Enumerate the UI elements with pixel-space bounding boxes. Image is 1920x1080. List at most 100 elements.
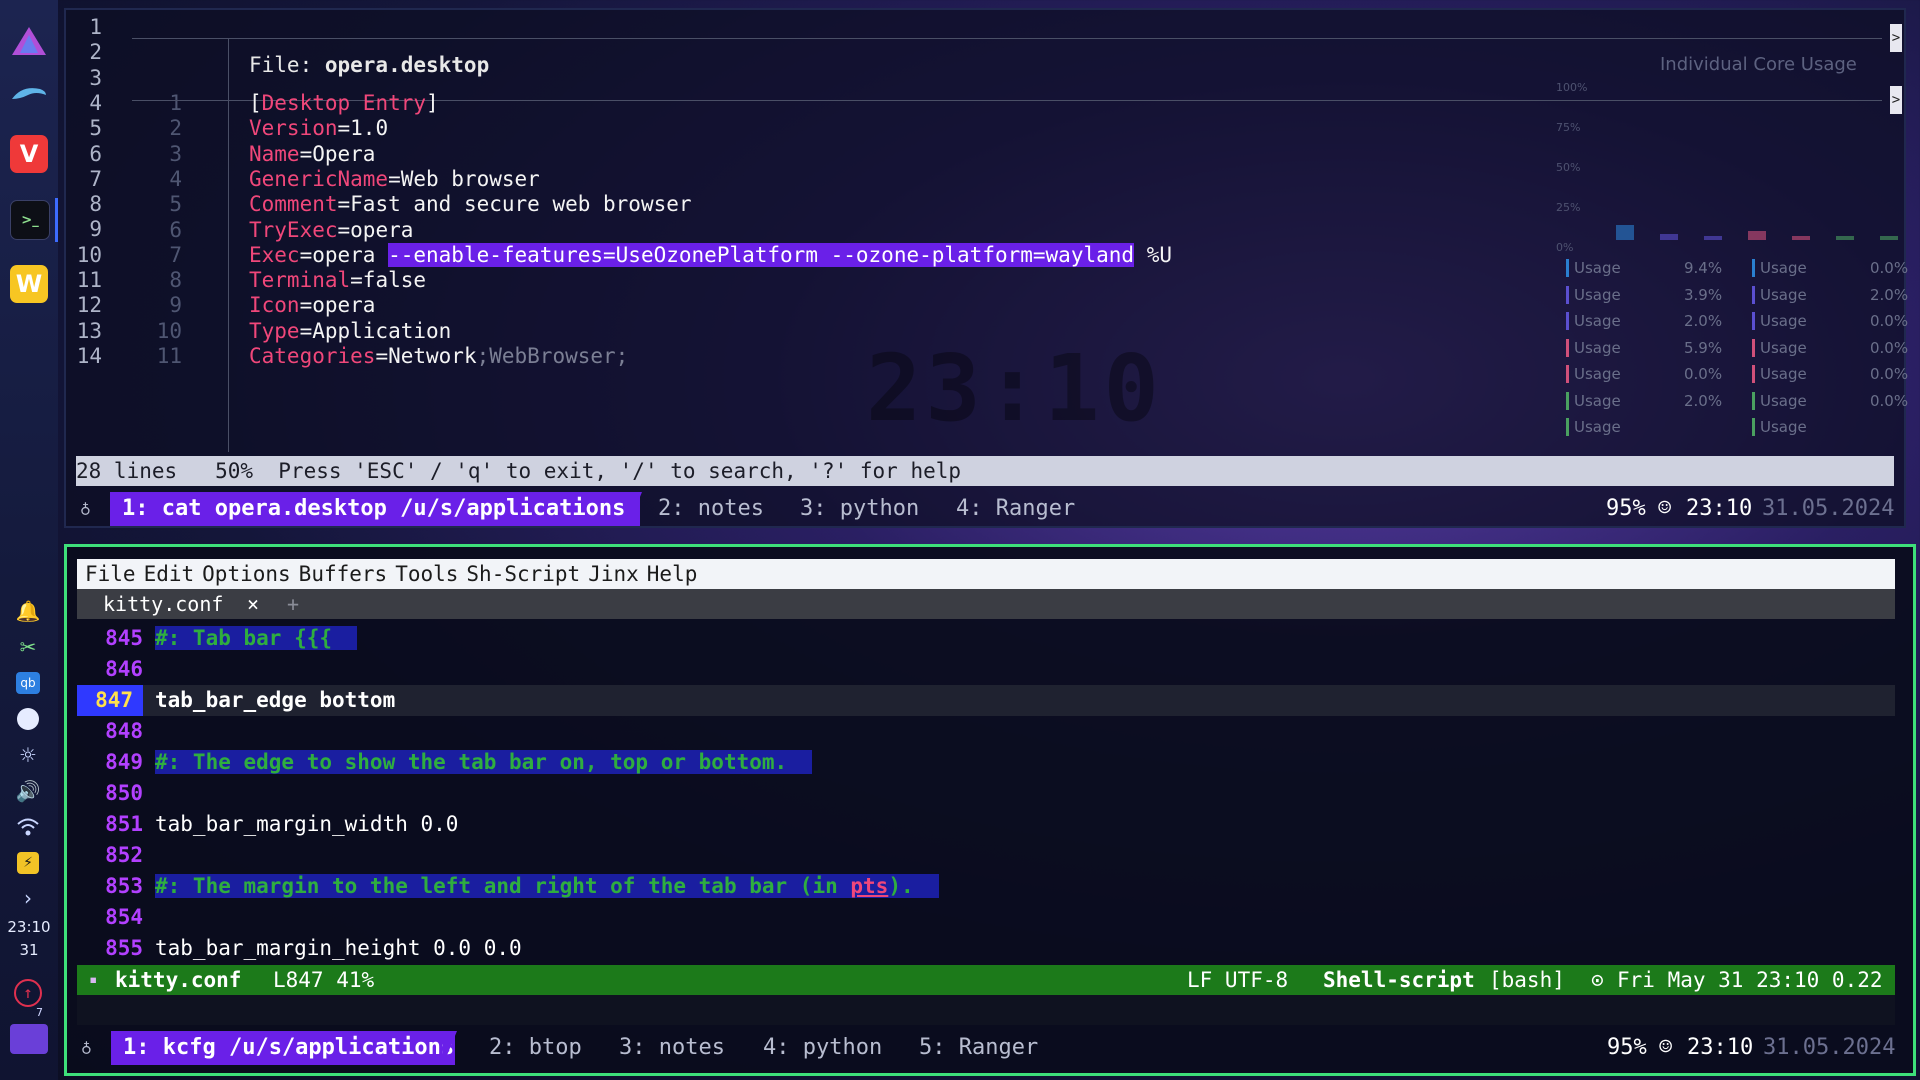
bell-icon[interactable]: 🔔: [13, 598, 43, 624]
config-key: Type: [249, 318, 300, 343]
bottom-tab-bar: ♁ 1: kcfg /u/s/applications 2: btop 3: n…: [67, 1031, 1913, 1065]
editor-line[interactable]: 854: [77, 902, 1895, 933]
tab-bar-icon: ♁: [80, 498, 91, 519]
menu-jinx[interactable]: Jinx: [588, 562, 639, 586]
word-app-icon[interactable]: W: [10, 265, 48, 303]
editor-line[interactable]: 848: [77, 716, 1895, 747]
conky-usage-label: Usage: [1760, 338, 1807, 357]
smiley-icon: ☺: [1658, 496, 1672, 521]
tab-notes[interactable]: 2: notes: [658, 492, 764, 526]
conky-usage-label: Usage: [1760, 285, 1807, 304]
add-tab-icon[interactable]: +: [287, 589, 299, 619]
menu-help[interactable]: Help: [647, 562, 698, 586]
dolphin-icon[interactable]: [10, 74, 48, 112]
header-rule-top: [132, 38, 1882, 39]
config-value: =Application: [299, 318, 452, 343]
scissors-icon[interactable]: ✂: [13, 634, 43, 660]
pager-status-bar: 28 lines 50% Press 'ESC' / 'q' to exit, …: [76, 456, 1894, 486]
tab-ranger[interactable]: 5: Ranger: [919, 1031, 1038, 1065]
chevron-right-icon[interactable]: ›: [13, 885, 43, 911]
dock-clock-date: 31: [19, 941, 39, 959]
file-label: File:: [249, 53, 325, 77]
editor-line[interactable]: 846: [77, 654, 1895, 685]
bottom-terminal-window[interactable]: File Edit Options Buffers Tools Sh-Script Jinx…: [64, 544, 1916, 1076]
conky-usage-value: 5.9%: [1684, 338, 1723, 357]
conky-usage-value: 0.0%: [1870, 259, 1909, 277]
terminal-icon[interactable]: >_: [10, 200, 50, 240]
tabbar-time: 23:10: [1686, 496, 1753, 521]
tab-active[interactable]: 1: kcfg /u/s/applications: [111, 1031, 455, 1065]
tab-btop[interactable]: 2: btop: [489, 1031, 582, 1065]
line-number: 847: [77, 685, 143, 716]
menu-sh-script[interactable]: Sh-Script: [466, 562, 580, 586]
wifi-icon[interactable]: [13, 814, 43, 840]
brightness-icon[interactable]: ☼: [13, 742, 43, 768]
editor-line[interactable]: 845 #: Tab bar {{{: [77, 623, 1895, 654]
config-value: =1.0: [337, 116, 389, 141]
modeline-encoding[interactable]: LF UTF-8: [1187, 965, 1288, 995]
config-value: =opera: [299, 293, 376, 318]
line-number: 845: [105, 626, 143, 650]
conky-bar: [1836, 236, 1854, 240]
tabbar-date: 31.05.2024: [1763, 1035, 1896, 1060]
editor-line[interactable]: 853 #: The margin to the left and right o…: [77, 871, 1895, 902]
editor-line[interactable]: 849 #: The edge to show the tab bar on, t…: [77, 747, 1895, 778]
tab-active[interactable]: 1: cat opera.desktop /u/s/applications: [110, 492, 640, 526]
steam-icon[interactable]: [13, 706, 43, 732]
editor-line[interactable]: 847 tab_bar_edge bottom: [77, 685, 1895, 716]
config-value: =false: [350, 268, 427, 293]
config-line: Categories=Network;WebBrowser;: [249, 341, 628, 372]
editor-line[interactable]: 851 tab_bar_margin_width 0.0: [77, 809, 1895, 840]
config-value: =Network: [375, 344, 477, 368]
config-value: =Fast and secure web browser: [337, 192, 692, 217]
config-key: Comment: [249, 192, 338, 217]
conky-row-marker: [1566, 391, 1569, 410]
editor-line[interactable]: 850: [77, 778, 1895, 809]
menu-options[interactable]: Options: [202, 562, 291, 586]
config-key: Categories: [249, 344, 376, 368]
gutter-divider: [228, 38, 229, 452]
menu-tools[interactable]: Tools: [395, 562, 458, 586]
file-header: File: opera.desktop: [249, 50, 489, 81]
tab-python[interactable]: 3: python: [800, 492, 919, 526]
tabbar-date: 31.05.2024: [1762, 496, 1895, 521]
tab-notes[interactable]: 3: notes: [619, 1031, 725, 1065]
modeline-submode: [bash]: [1489, 968, 1565, 992]
conky-usage-label: Usage: [1574, 259, 1621, 277]
tab-ranger[interactable]: 4: Ranger: [956, 492, 1075, 526]
workspace-indicator[interactable]: [10, 1024, 48, 1054]
conky-usage-label: Usage: [1760, 259, 1807, 277]
bracket-close: ]: [426, 91, 439, 115]
modeline-buffer[interactable]: kitty.conf: [115, 965, 241, 995]
conky-bar: [1748, 230, 1766, 240]
selected-text: --enable-features=UseOzonePlatform --ozo…: [388, 242, 1135, 267]
volume-icon[interactable]: 🔊: [13, 778, 43, 804]
conky-bar: [1792, 236, 1810, 240]
editor-line[interactable]: 855 tab_bar_margin_height 0.0 0.0: [77, 933, 1895, 964]
modeline-major-mode[interactable]: Shell-script: [1323, 965, 1475, 995]
top-terminal-window[interactable]: Individual Core Usage 100% 75% 50% 25% 0% Us…: [64, 8, 1909, 528]
close-tab-icon[interactable]: ×: [247, 589, 259, 619]
conky-usage-value: 2.0%: [1684, 391, 1723, 410]
menu-buffers[interactable]: Buffers: [299, 562, 388, 586]
editor-line[interactable]: 852: [77, 840, 1895, 871]
emacs-menu-bar: File Edit Options Buffers Tools Sh-Script Jinx…: [77, 559, 1895, 589]
menu-file[interactable]: File: [85, 562, 136, 586]
qbittorrent-icon[interactable]: qb: [13, 670, 43, 696]
conky-usage-value: 0.0%: [1870, 391, 1909, 410]
update-badge-count: 7: [36, 1006, 43, 1019]
vivaldi-icon[interactable]: V: [10, 135, 48, 173]
battery-bolt-icon[interactable]: ⚡: [13, 850, 43, 876]
tab-python[interactable]: 4: python: [763, 1031, 882, 1065]
update-arrow-icon[interactable]: ↑: [14, 979, 42, 1007]
pts-link[interactable]: pts: [850, 874, 888, 898]
buffer-tab[interactable]: kitty.conf: [103, 589, 223, 619]
arch-logo-icon[interactable]: [10, 22, 48, 60]
emacs-minibuffer[interactable]: [77, 995, 1895, 1025]
conky-row-marker: [1566, 418, 1569, 436]
line-number: 849: [105, 750, 143, 774]
conky-usage-label: Usage: [1574, 418, 1621, 436]
menu-edit[interactable]: Edit: [144, 562, 195, 586]
dock-clock-time[interactable]: 23:10: [0, 918, 58, 936]
conky-usage-label: Usage: [1574, 365, 1621, 383]
